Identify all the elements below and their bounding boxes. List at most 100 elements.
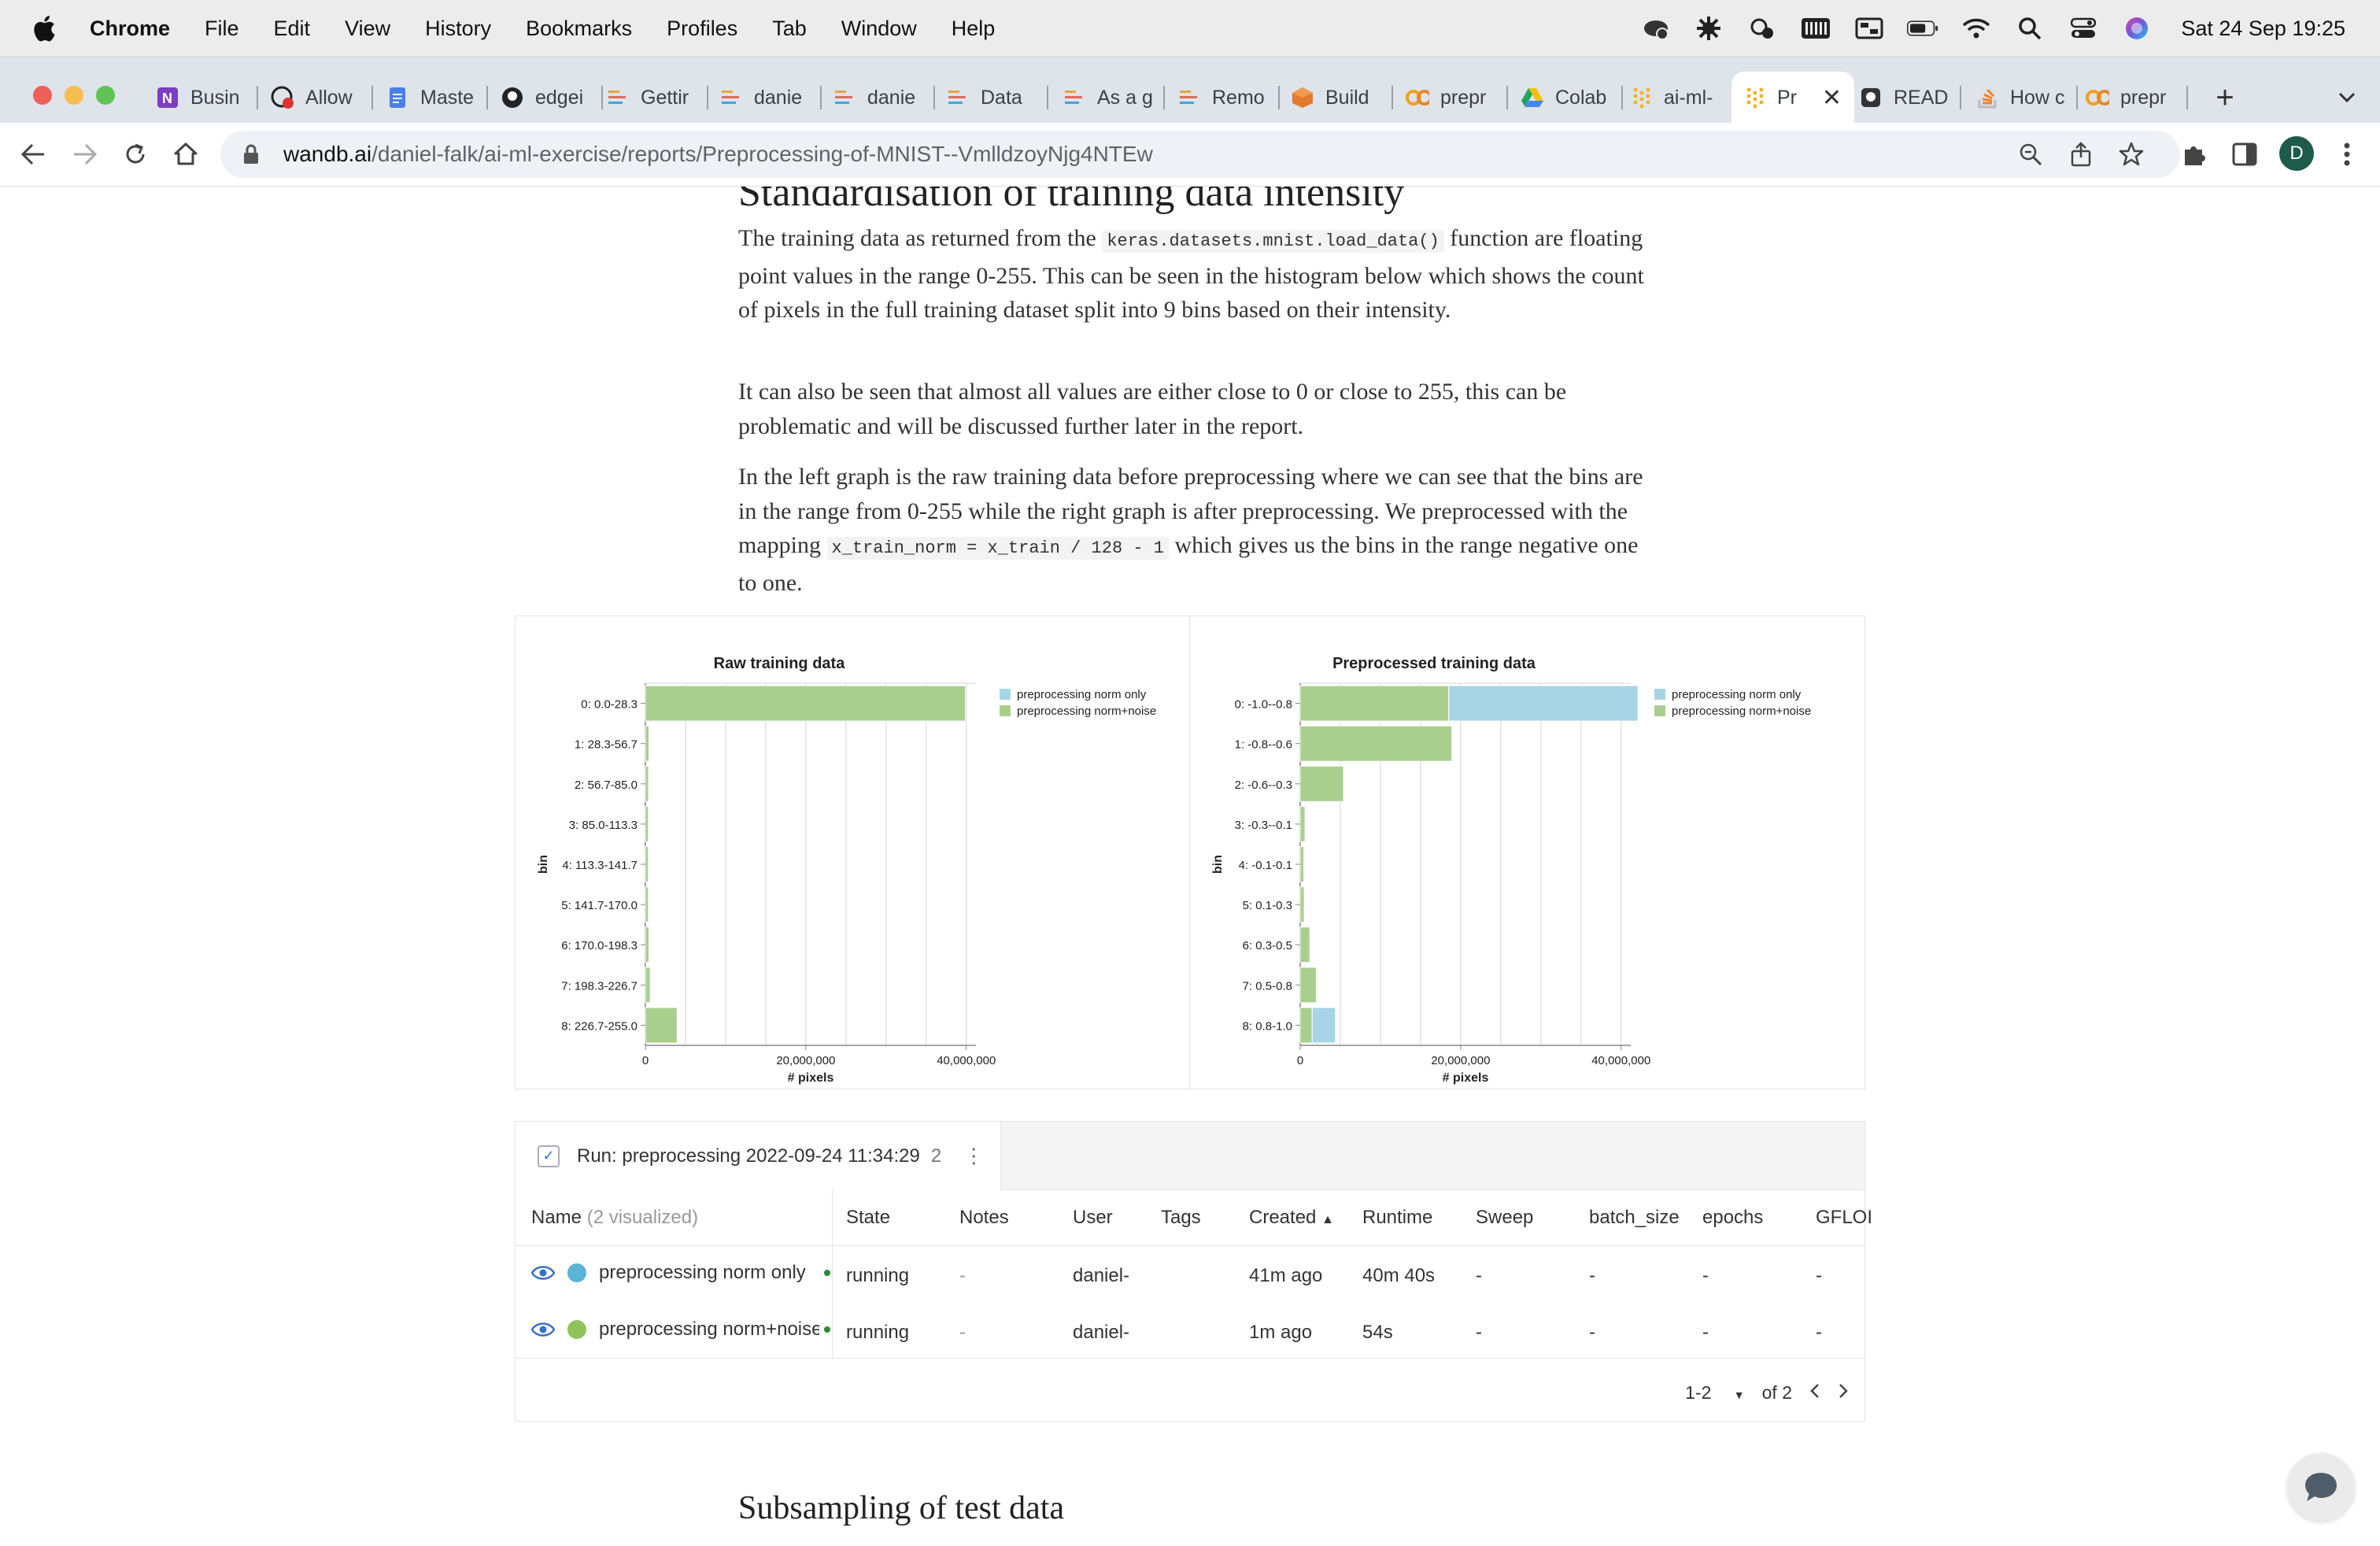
run-name[interactable]: preprocessing norm only (599, 1262, 819, 1284)
side-panel-icon[interactable] (2229, 139, 2260, 170)
eye-icon[interactable] (531, 1264, 555, 1282)
col-runtime[interactable]: Runtime (1362, 1207, 1432, 1229)
back-arrow-icon[interactable] (17, 139, 49, 170)
battery-icon[interactable] (1907, 13, 1938, 44)
control-center-icon[interactable] (2068, 13, 2099, 44)
tab-danie-2[interactable]: danie (833, 72, 935, 124)
runset-tab[interactable]: ✓ Run: preprocessing 2022-09-24 11:34:29… (516, 1122, 1001, 1190)
menu-profiles[interactable]: Profiles (667, 17, 737, 41)
bookmark-star-icon[interactable] (2116, 139, 2147, 170)
col-gflops[interactable]: GFLOI (1816, 1207, 1872, 1229)
tab-allow[interactable]: Allow (271, 72, 373, 124)
tab-data[interactable]: Data (946, 72, 1048, 124)
tab-close-icon[interactable]: ✕ (1822, 84, 1842, 112)
wandb-dots-icon (1743, 86, 1766, 109)
tab-as-a-g[interactable]: As a g (1062, 72, 1165, 124)
menu-clock[interactable]: Sat 24 Sep 19:25 (2181, 17, 2345, 41)
menu-tab[interactable]: Tab (772, 17, 807, 41)
col-name[interactable]: Name (2 visualized) (531, 1207, 698, 1229)
profile-avatar[interactable]: D (2279, 136, 2314, 171)
forward-arrow-icon[interactable] (69, 139, 101, 170)
prev-page-icon[interactable] (1809, 1382, 1820, 1404)
col-epochs[interactable]: epochs (1702, 1207, 1763, 1229)
col-sweep[interactable]: Sweep (1476, 1207, 1533, 1229)
tab-label: Pr (1777, 86, 1797, 109)
tab-edgei[interactable]: edgei (501, 72, 603, 124)
spotlight-search-icon[interactable] (2014, 13, 2046, 44)
apple-icon[interactable] (30, 13, 57, 43)
chart-preprocessed-training-data[interactable]: Preprocessed training data 0: -1.0--0.8 1:… (1190, 616, 1864, 1089)
run-color-dot[interactable] (567, 1263, 586, 1282)
screen-icon[interactable] (1853, 13, 1885, 44)
window-close-button[interactable] (33, 86, 52, 105)
gear-flower-icon[interactable] (1693, 13, 1724, 44)
tab-prepr-1[interactable]: prepr (1406, 72, 1508, 124)
keyboard-icon[interactable] (1800, 13, 1831, 44)
url-text[interactable]: wandb.ai/daniel-falk/ai-ml-exercise/repo… (283, 142, 1153, 167)
section-heading: Standardisation of training data intensi… (738, 187, 1405, 215)
run-name[interactable]: preprocessing norm+noise (599, 1319, 819, 1341)
col-user[interactable]: User (1073, 1207, 1113, 1229)
window-minimize-button[interactable] (65, 86, 83, 105)
next-page-icon[interactable] (1838, 1382, 1849, 1404)
tab-prepr-2[interactable]: prepr (2086, 72, 2188, 124)
tab-colab[interactable]: Colab (1521, 72, 1623, 124)
table-row-name[interactable]: preprocessing norm only (531, 1262, 838, 1284)
menu-view[interactable]: View (345, 17, 390, 41)
col-tags[interactable]: Tags (1161, 1207, 1201, 1229)
tab-remo[interactable]: Remo (1177, 72, 1280, 124)
tab-build[interactable]: Build (1291, 72, 1393, 124)
menu-edit[interactable]: Edit (274, 17, 311, 41)
run-color-dot[interactable] (567, 1320, 586, 1339)
legend-label: preprocessing norm only (1017, 688, 1147, 701)
run-notes[interactable]: - (959, 1322, 966, 1344)
col-created[interactable]: Created ▲ (1249, 1207, 1334, 1229)
tab-ai-ml[interactable]: ai-ml- (1629, 72, 1731, 124)
col-batch-size[interactable]: batch_size (1589, 1207, 1680, 1229)
menu-bookmarks[interactable]: Bookmarks (526, 17, 632, 41)
creative-cloud-icon[interactable] (1639, 13, 1671, 44)
zoom-icon[interactable] (2015, 139, 2046, 170)
home-icon[interactable] (170, 139, 201, 170)
y-tick-label: 3: 85.0-113.3 (569, 819, 638, 832)
menu-file[interactable]: File (205, 17, 239, 41)
tab-read[interactable]: READ (1859, 72, 1961, 124)
chat-support-button[interactable] (2287, 1453, 2355, 1521)
colab-icon (1406, 86, 1429, 109)
address-bar[interactable]: wandb.ai/daniel-falk/ai-ml-exercise/repo… (220, 131, 2180, 178)
run-notes[interactable]: - (959, 1265, 966, 1287)
table-row-name[interactable]: preprocessing norm+noise (531, 1319, 838, 1341)
menu-history[interactable]: History (425, 17, 491, 41)
menu-app-chrome[interactable]: Chrome (90, 17, 170, 41)
lock-icon[interactable] (239, 141, 263, 168)
col-state[interactable]: State (846, 1207, 890, 1229)
tab-maste[interactable]: Maste (386, 72, 488, 124)
chart-raw-training-data[interactable]: Raw training data 0: 0.0-28.3 1: 28.3-56.7… (516, 616, 1189, 1089)
col-notes[interactable]: Notes (959, 1207, 1009, 1229)
run-user[interactable]: daniel- (1073, 1265, 1129, 1287)
menu-help[interactable]: Help (952, 17, 996, 41)
tab-pr-active[interactable]: Pr ✕ (1731, 72, 1854, 124)
reload-icon[interactable] (120, 139, 151, 170)
tab-danie-1[interactable]: danie (719, 72, 822, 124)
siri-icon[interactable] (2121, 13, 2153, 44)
new-tab-button[interactable]: + (2205, 72, 2245, 124)
runset-checkbox[interactable]: ✓ (538, 1145, 560, 1167)
tab-search-chevron-icon[interactable] (2331, 72, 2363, 124)
tab-how-c[interactable]: How c (1975, 72, 2078, 124)
window-zoom-button[interactable] (96, 86, 115, 105)
cloud-status-icon[interactable] (1746, 13, 1778, 44)
table-pager: 1-2 ▼ of 2 (1650, 1382, 1849, 1404)
kebab-menu-icon[interactable] (2331, 139, 2363, 170)
tab-gettir[interactable]: Gettir (606, 72, 708, 124)
page-range-dropdown[interactable]: 1-2 ▼ (1668, 1382, 1745, 1404)
more-vertical-icon[interactable]: ⋮ (963, 1144, 984, 1168)
menu-window[interactable]: Window (841, 17, 917, 41)
wifi-icon[interactable] (1961, 13, 1992, 44)
extensions-puzzle-icon[interactable] (2179, 139, 2210, 170)
share-icon[interactable] (2065, 139, 2097, 170)
tab-busin[interactable]: N Busin (156, 72, 258, 124)
eye-icon[interactable] (531, 1321, 555, 1338)
run-epochs: - (1702, 1265, 1709, 1286)
run-user[interactable]: daniel- (1073, 1322, 1129, 1344)
